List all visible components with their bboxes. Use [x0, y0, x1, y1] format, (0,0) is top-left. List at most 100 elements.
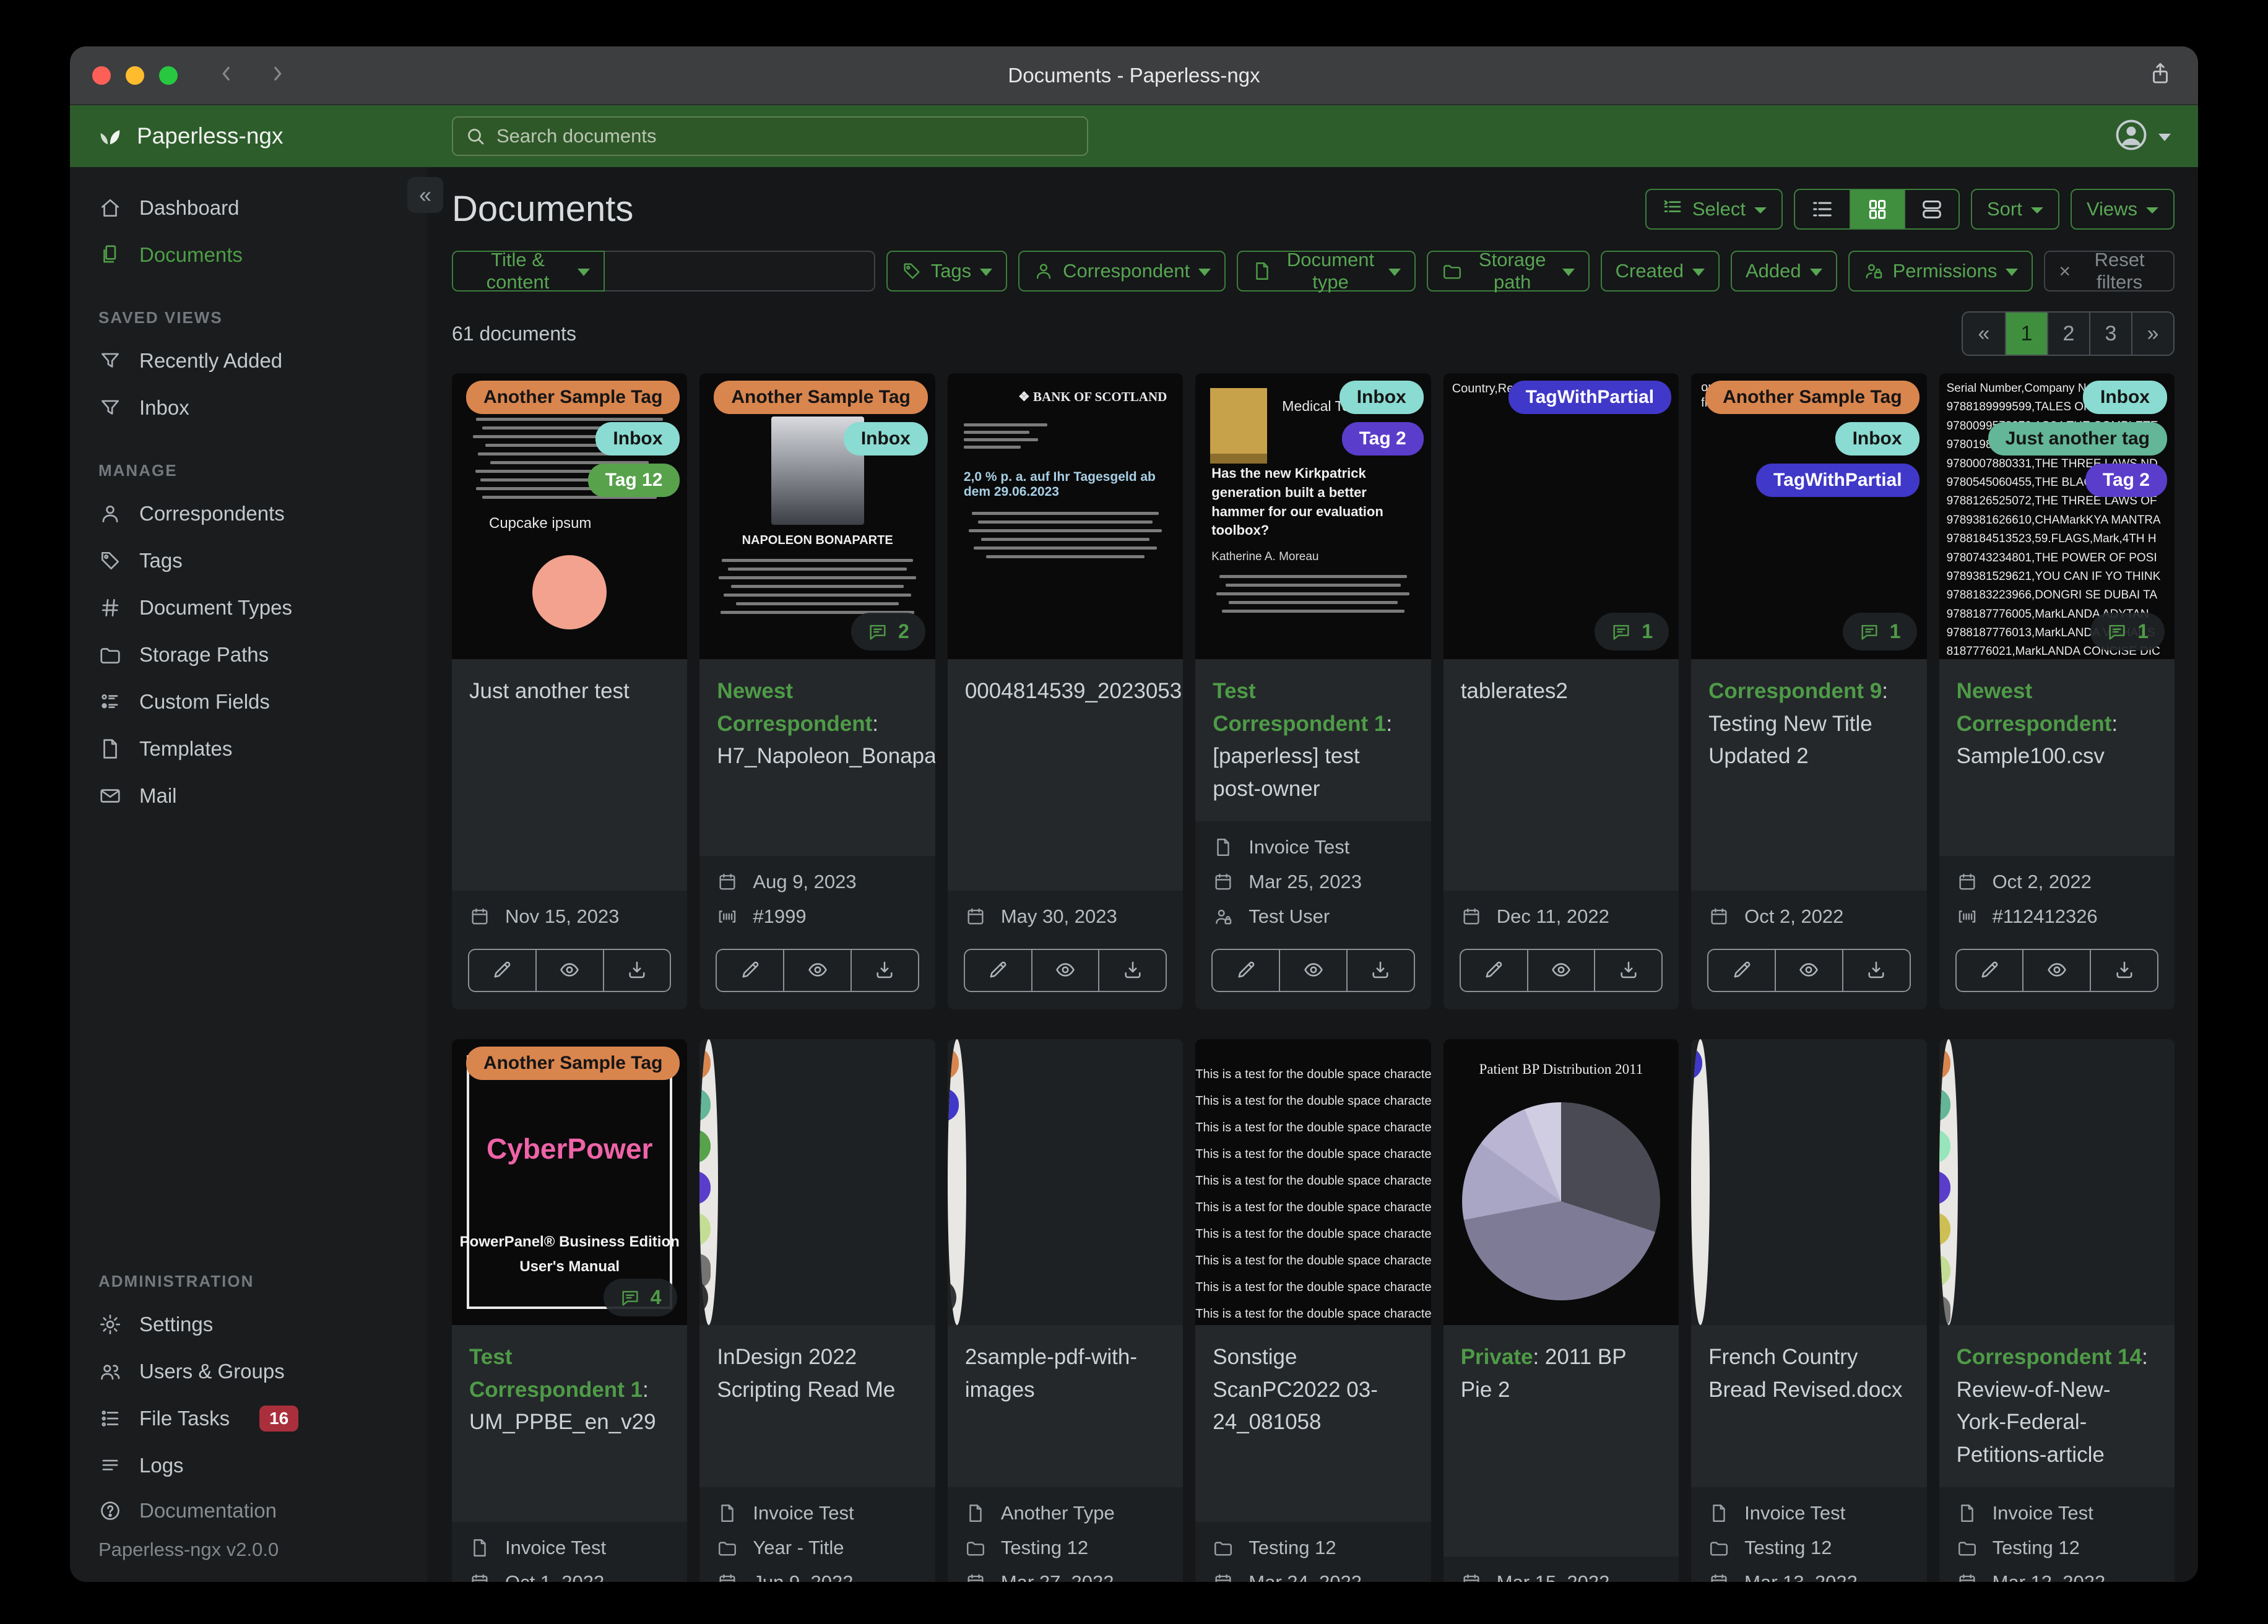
document-title-link[interactable]: Newest Correspondent: H7_Napoleon_Bonapa… [699, 659, 935, 856]
document-title-link[interactable]: Sonstige ScanPC2022 03-24_081058 [1195, 1325, 1431, 1522]
sidebar-item-tags[interactable]: Tags [70, 537, 427, 584]
sidebar-item-settings[interactable]: Settings [70, 1301, 427, 1348]
document-thumbnail[interactable]: InDesign Scripting DocumentationAnother … [699, 1039, 719, 1325]
tag-pill[interactable]: Inbox [595, 422, 680, 456]
reset-filters-button[interactable]: × Reset filters [2044, 249, 2175, 293]
maximize-window-button[interactable] [159, 66, 178, 85]
tag-pill[interactable]: Tag 2 [699, 1171, 711, 1204]
comments-badge[interactable]: 2 [851, 613, 925, 650]
views-button[interactable]: Views [2070, 188, 2175, 230]
filter-created-button[interactable]: Created [1600, 251, 1720, 292]
comments-badge[interactable]: 1 [2090, 613, 2165, 650]
document-thumbnail[interactable]: Patient BP Distribution 2011 [1443, 1039, 1679, 1325]
document-thumbnail[interactable]: Review of of Arbitral AwardsAnother Samp… [1939, 1039, 1958, 1325]
tag-pill[interactable]: Another Sample Tag [465, 381, 680, 414]
user-menu[interactable] [2113, 116, 2171, 157]
pagination-page-2[interactable]: 2 [2047, 313, 2089, 355]
preview-document-button[interactable] [1526, 950, 1595, 991]
download-document-button[interactable] [1594, 950, 1661, 991]
document-thumbnail[interactable]: Country,Region/State," TotalTagWithParti… [1443, 373, 1679, 659]
tag-pill[interactable]: Tag 2 [1341, 422, 1424, 456]
comments-badge[interactable]: 1 [1842, 613, 1917, 650]
tag-pill[interactable]: Another Sample Tag [699, 1047, 711, 1080]
download-document-button[interactable] [2090, 950, 2157, 991]
view-grid-button[interactable] [1850, 189, 1904, 228]
sidebar-item-documentation[interactable]: Documentation [70, 1489, 427, 1532]
tag-pill[interactable]: Inbox [1339, 381, 1424, 414]
document-title-link[interactable]: Correspondent 9: Testing New Title Updat… [1691, 659, 1927, 891]
sidebar-item-file-tasks[interactable]: File Tasks 16 [70, 1395, 427, 1442]
close-window-button[interactable] [92, 66, 111, 85]
filter-permissions-button[interactable]: Permissions [1848, 251, 2033, 292]
tag-pill[interactable]: Inbox [2082, 381, 2167, 414]
tag-pill[interactable]: Tag 12 [699, 1129, 711, 1163]
sidebar-item-storage-paths[interactable]: Storage Paths [70, 631, 427, 678]
document-thumbnail[interactable]: Medical Teacher Has the new Kirkpatrick g… [1195, 373, 1431, 659]
title-content-input[interactable] [605, 251, 875, 292]
document-title-link[interactable]: 2sample-pdf-with-images [947, 1325, 1184, 1487]
edit-document-button[interactable] [965, 950, 1031, 991]
view-list-button[interactable] [1795, 190, 1850, 228]
download-document-button[interactable] [602, 950, 670, 991]
tag-pill[interactable]: Another Sample Tag [1939, 1047, 1950, 1080]
tag-pill[interactable]: TagWithPartial [1508, 381, 1672, 414]
comments-badge[interactable]: 1 [947, 1279, 956, 1316]
app-brand[interactable]: Paperless-ngx [70, 119, 427, 153]
document-thumbnail[interactable]: Adobe Acrobat PDF FilesCupcake ipsumAnot… [452, 373, 688, 659]
correspondent-link[interactable]: Test Correspondent 1 [469, 1345, 643, 1402]
tag-pill[interactable]: Tag 2 [1939, 1171, 1950, 1204]
comments-badge[interactable]: 4 [603, 1279, 678, 1316]
filter-correspondent-button[interactable]: Correspondent [1018, 251, 1226, 292]
sidebar-item-document-types[interactable]: Document Types [70, 584, 427, 631]
sort-button[interactable]: Sort [1971, 188, 2059, 230]
correspondent-link[interactable]: Private [1461, 1345, 1533, 1369]
document-thumbnail[interactable]: CyberPower PowerPanel® Business Edition Us… [452, 1039, 688, 1325]
back-icon[interactable] [215, 62, 238, 89]
filter-added-button[interactable]: Added [1730, 251, 1837, 292]
sidebar-item-correspondents[interactable]: Correspondents [70, 490, 427, 537]
pagination-prev[interactable]: « [1963, 313, 2005, 355]
document-title-link[interactable]: Correspondent 14: Review-of-New-York-Fed… [1939, 1325, 2175, 1487]
sidebar-item-inbox[interactable]: Inbox [70, 384, 427, 431]
preview-document-button[interactable] [783, 950, 850, 991]
tag-pill[interactable]: Partial Tag [1939, 1129, 1950, 1163]
preview-document-button[interactable] [1031, 950, 1099, 991]
select-button[interactable]: Select [1645, 188, 1783, 230]
search-input[interactable] [452, 116, 1088, 156]
document-title-link[interactable]: Test Correspondent 1: UM_PPBE_en_v29 [452, 1325, 688, 1522]
document-title-link[interactable]: tablerates2 [1443, 659, 1679, 891]
preview-document-button[interactable] [1774, 950, 1842, 991]
comments-badge[interactable]: 1 [1595, 613, 1669, 650]
edit-document-button[interactable] [717, 950, 783, 991]
download-document-button[interactable] [1842, 950, 1910, 991]
tag-pill[interactable]: Just another tag [1939, 1088, 1950, 1121]
pagination-next[interactable]: » [2131, 313, 2173, 355]
tag-pill[interactable]: Just another tag [699, 1088, 711, 1121]
document-thumbnail[interactable]: NAPOLEON BONAPARTE Another Sample Tag Inbo… [699, 373, 935, 659]
document-title-link[interactable]: InDesign 2022 Scripting Read Me [699, 1325, 935, 1487]
tag-pill[interactable]: Another Sample Tag [1705, 381, 1920, 414]
tag-pill[interactable]: Tag 222 [1939, 1212, 1950, 1246]
sidebar-item-templates[interactable]: Templates [70, 725, 427, 772]
sidebar-item-logs[interactable]: Logs [70, 1442, 427, 1489]
sidebar-collapse-button[interactable]: « [407, 177, 443, 213]
preview-document-button[interactable] [2022, 950, 2090, 991]
document-title-link[interactable]: French Country Bread Revised.docx [1691, 1325, 1927, 1487]
share-icon[interactable] [2147, 61, 2173, 90]
edit-document-button[interactable] [1957, 950, 2023, 991]
sidebar-item-dashboard[interactable]: Dashboard [70, 184, 427, 231]
tag-pill[interactable]: Another Sample Tag [947, 1047, 959, 1080]
document-title-link[interactable]: Test Correspondent 1: [paperless] test p… [1195, 659, 1431, 821]
title-content-dropdown[interactable]: Title & content [452, 249, 605, 293]
tag-pill[interactable]: Just another tag [1988, 422, 2167, 456]
pagination-page-3[interactable]: 3 [2089, 313, 2131, 355]
sidebar-item-recently-added[interactable]: Recently Added [70, 337, 427, 384]
document-title-link[interactable]: Just another test [452, 659, 688, 891]
correspondent-link[interactable]: Newest Correspondent [1957, 679, 2112, 736]
edit-document-button[interactable] [1461, 950, 1527, 991]
document-thumbnail[interactable]: Serial Number,Company Name,Employ 9788189… [1939, 373, 2175, 659]
tag-pill[interactable]: Tag 12 [587, 464, 680, 497]
correspondent-link[interactable]: Correspondent 14 [1957, 1345, 2142, 1369]
tag-pill[interactable]: Tag 3 [699, 1212, 711, 1246]
document-thumbnail[interactable]: This is a test for the double space char… [1195, 1039, 1431, 1325]
